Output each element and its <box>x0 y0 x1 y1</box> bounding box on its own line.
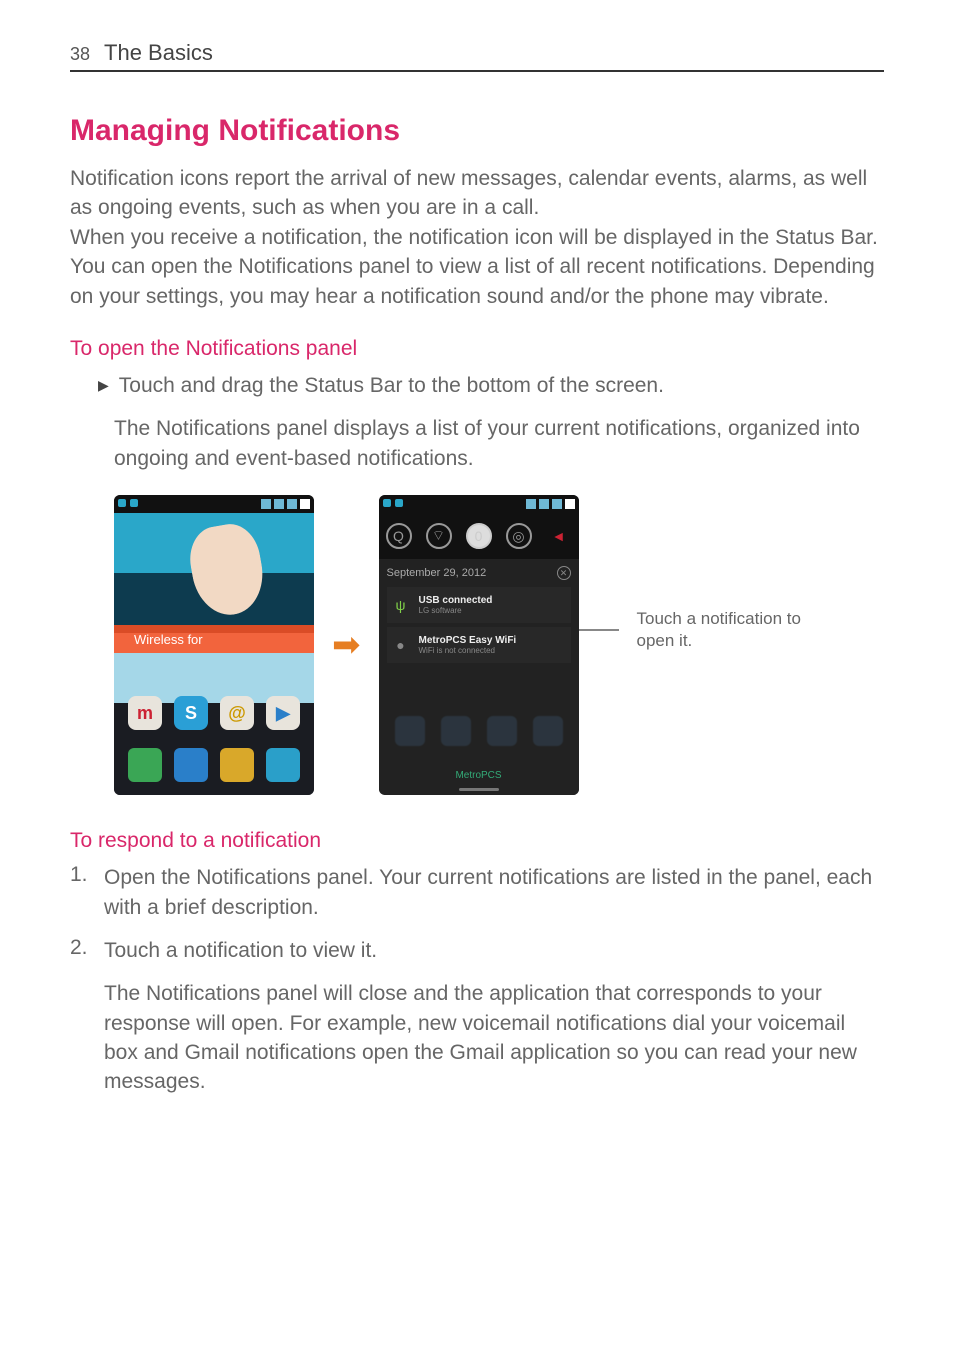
app-icon: m <box>128 696 162 730</box>
callout-line <box>579 629 619 631</box>
notification-subtitle: WiFi is not connected <box>419 646 517 655</box>
callout-text: Touch a notification to open it. <box>637 608 837 652</box>
list-number: 1. <box>70 863 96 922</box>
clear-all-icon: ✕ <box>557 566 571 580</box>
notification-title: MetroPCS Easy WiFi <box>419 635 517 646</box>
figure-phone-notifications: Q ⌔ 0 ◎ ◄ September 29, 2012 ✕ ψ USB con… <box>379 495 579 795</box>
subheading-open-panel: To open the Notifications panel <box>70 337 884 361</box>
list-number: 2. <box>70 936 96 965</box>
dock-messaging-icon <box>220 748 254 782</box>
open-panel-followup: The Notifications panel displays a list … <box>70 414 884 473</box>
sound-icon: ◄ <box>546 523 572 549</box>
app-icon: S <box>174 696 208 730</box>
notification-date: September 29, 2012 <box>387 567 487 579</box>
quick-settings-row: Q ⌔ 0 ◎ ◄ <box>379 513 579 559</box>
app-icon-row: m S @ ▶ <box>122 691 306 735</box>
bullet-item: ▶ Touch and drag the Status Bar to the b… <box>70 371 884 400</box>
bullet-text: Touch and drag the Status Bar to the bot… <box>119 371 664 400</box>
bullet-marker-icon: ▶ <box>98 371 109 400</box>
notification-title: USB connected <box>419 595 493 606</box>
figure-row: Wireless for m S @ ▶ ➡ Q <box>70 495 884 795</box>
step-text: Open the Notifications panel. Your curre… <box>104 863 884 922</box>
ordered-list-item: 1. Open the Notifications panel. Your cu… <box>70 863 884 922</box>
bluetooth-icon: 0 <box>466 523 492 549</box>
app-icon: @ <box>220 696 254 730</box>
dock-row <box>122 743 306 787</box>
ordered-list-item: 2. Touch a notification to view it. <box>70 936 884 965</box>
wireless-banner: Wireless for <box>114 625 314 653</box>
page-header: 38 The Basics <box>70 40 884 72</box>
chapter-title: The Basics <box>104 40 213 66</box>
panel-handle-icon <box>459 788 499 791</box>
status-bar <box>114 495 314 513</box>
wifi-off-icon: ● <box>391 635 411 655</box>
section-title: Managing Notifications <box>70 114 884 148</box>
gps-icon: ◎ <box>506 523 532 549</box>
intro-paragraph: Notification icons report the arrival of… <box>70 164 884 311</box>
carrier-label: MetroPCS <box>379 770 579 781</box>
dock-apps-icon <box>266 748 300 782</box>
status-bar <box>379 495 579 513</box>
notification-subtitle: LG software <box>419 606 493 615</box>
app-icon: ▶ <box>266 696 300 730</box>
figure-phone-home: Wireless for m S @ ▶ <box>114 495 314 795</box>
respond-followup: The Notifications panel will close and t… <box>70 979 884 1097</box>
step-text: Touch a notification to view it. <box>104 936 377 965</box>
dock-phone-icon <box>128 748 162 782</box>
page-number: 38 <box>70 44 90 65</box>
quick-setting-icon: Q <box>386 523 412 549</box>
background-dock <box>387 711 571 751</box>
wifi-icon: ⌔ <box>426 523 452 549</box>
notification-item: ● MetroPCS Easy WiFi WiFi is not connect… <box>387 627 571 663</box>
notification-date-row: September 29, 2012 ✕ <box>387 563 571 583</box>
dock-contacts-icon <box>174 748 208 782</box>
subheading-respond: To respond to a notification <box>70 829 884 853</box>
usb-icon: ψ <box>391 595 411 615</box>
notification-item: ψ USB connected LG software <box>387 587 571 623</box>
arrow-icon: ➡ <box>332 625 361 665</box>
